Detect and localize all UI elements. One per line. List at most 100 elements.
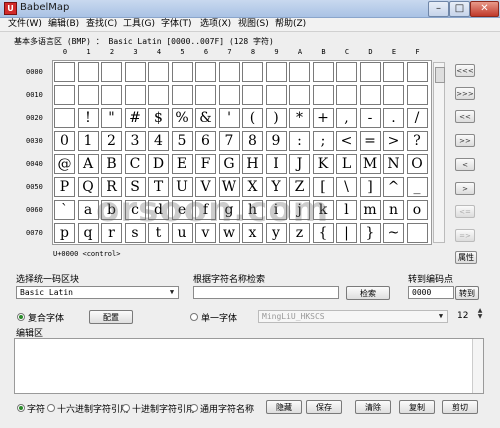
char-cell[interactable]: /	[406, 108, 428, 128]
char-cell[interactable]	[54, 108, 75, 128]
char-cell[interactable]	[218, 85, 240, 105]
char-cell[interactable]	[54, 85, 75, 105]
char-cell[interactable]: G	[218, 154, 240, 174]
char-cell[interactable]: J	[289, 154, 310, 174]
char-cell[interactable]	[289, 85, 310, 105]
font-select[interactable]: MingLiU_HKSCS ▼	[258, 310, 448, 323]
char-cell[interactable]: ~	[383, 223, 404, 243]
output-hex-ref-radio[interactable]	[47, 404, 55, 412]
char-cell[interactable]: ,	[336, 108, 357, 128]
char-cell[interactable]	[383, 62, 404, 82]
char-cell[interactable]	[336, 85, 357, 105]
char-cell[interactable]: D	[148, 154, 169, 174]
char-cell[interactable]	[242, 85, 263, 105]
char-cell[interactable]	[406, 85, 428, 105]
close-button[interactable]: ✕	[470, 1, 499, 17]
maximize-button[interactable]: □	[449, 1, 470, 17]
char-cell[interactable]	[124, 85, 146, 105]
char-cell[interactable]: *	[289, 108, 310, 128]
char-cell[interactable]	[265, 85, 287, 105]
char-cell[interactable]: 0	[54, 131, 75, 151]
char-cell[interactable]: 2	[101, 131, 122, 151]
hide-button[interactable]: 隐藏	[266, 400, 302, 414]
char-cell[interactable]: n	[383, 200, 404, 220]
block-select[interactable]: Basic Latin ▼	[16, 286, 179, 299]
configure-button[interactable]: 配置	[89, 310, 133, 324]
font-size-spinner[interactable]: ▲ ▼	[476, 308, 484, 321]
menu-view[interactable]: 视图(S)	[238, 18, 269, 31]
char-cell[interactable]	[77, 62, 99, 82]
char-cell[interactable]: C	[124, 154, 146, 174]
name-search-input[interactable]	[193, 286, 339, 299]
char-cell[interactable]: o	[406, 200, 428, 220]
char-cell[interactable]: m	[359, 200, 381, 220]
char-cell[interactable]: p	[54, 223, 75, 243]
output-ucn-radio[interactable]	[190, 404, 198, 412]
scrollbar-thumb[interactable]	[435, 67, 445, 83]
cut-button[interactable]: 剪切	[442, 400, 478, 414]
prev-block-button[interactable]: <<	[455, 110, 475, 123]
char-cell[interactable]: ^	[383, 177, 404, 197]
char-cell[interactable]	[265, 62, 287, 82]
menu-tools[interactable]: 工具(G)	[123, 18, 155, 31]
char-cell[interactable]: 5	[171, 131, 193, 151]
char-cell[interactable]: 7	[218, 131, 240, 151]
next-block-button[interactable]: >>	[455, 134, 475, 147]
goto-button[interactable]: 转到	[455, 286, 479, 300]
single-font-radio[interactable]	[190, 313, 198, 321]
char-cell[interactable]	[148, 85, 169, 105]
char-cell[interactable]: @	[54, 154, 75, 174]
clear-button[interactable]: 清除	[355, 400, 391, 414]
char-cell[interactable]	[171, 62, 193, 82]
codepoint-input[interactable]: 0000	[408, 286, 454, 299]
char-cell[interactable]: H	[242, 154, 263, 174]
char-cell[interactable]: +	[312, 108, 334, 128]
char-cell[interactable]: I	[265, 154, 287, 174]
next-char-button[interactable]: >	[455, 182, 475, 195]
char-cell[interactable]: P	[54, 177, 75, 197]
char-cell[interactable]: $	[148, 108, 169, 128]
char-cell[interactable]: |	[336, 223, 357, 243]
char-cell[interactable]: >	[383, 131, 404, 151]
char-cell[interactable]	[359, 85, 381, 105]
char-cell[interactable]: B	[101, 154, 122, 174]
char-cell[interactable]: 3	[124, 131, 146, 151]
menu-file[interactable]: 文件(W)	[8, 18, 42, 31]
char-cell[interactable]: `	[54, 200, 75, 220]
minimize-button[interactable]: –	[428, 1, 449, 17]
char-cell[interactable]: \	[336, 177, 357, 197]
char-cell[interactable]: =	[359, 131, 381, 151]
char-cell[interactable]	[359, 62, 381, 82]
char-cell[interactable]	[101, 85, 122, 105]
menu-help[interactable]: 帮助(Z)	[275, 18, 306, 31]
char-cell[interactable]	[218, 62, 240, 82]
first-block-button[interactable]: <<<	[455, 64, 475, 77]
char-cell[interactable]: A	[77, 154, 99, 174]
forward-button[interactable]: =>	[455, 229, 475, 242]
char-cell[interactable]	[101, 62, 122, 82]
output-dec-ref-radio[interactable]	[122, 404, 130, 412]
composite-font-radio[interactable]	[17, 313, 25, 321]
menu-edit[interactable]: 编辑(B)	[48, 18, 79, 31]
char-cell[interactable]	[312, 62, 334, 82]
char-cell[interactable]: 9	[265, 131, 287, 151]
char-cell[interactable]	[406, 223, 428, 243]
menu-font[interactable]: 字体(T)	[161, 18, 192, 31]
char-cell[interactable]	[289, 62, 310, 82]
char-cell[interactable]: (	[242, 108, 263, 128]
char-cell[interactable]: N	[383, 154, 404, 174]
search-button[interactable]: 检索	[346, 286, 390, 300]
char-cell[interactable]: )	[265, 108, 287, 128]
char-cell[interactable]	[148, 62, 169, 82]
char-cell[interactable]	[195, 62, 216, 82]
char-cell[interactable]: %	[171, 108, 193, 128]
char-cell[interactable]: #	[124, 108, 146, 128]
char-cell[interactable]: 8	[242, 131, 263, 151]
char-cell[interactable]: .	[383, 108, 404, 128]
char-cell[interactable]	[54, 62, 75, 82]
menu-options[interactable]: 选项(X)	[200, 18, 231, 31]
char-cell[interactable]: <	[336, 131, 357, 151]
char-cell[interactable]: K	[312, 154, 334, 174]
char-cell[interactable]	[312, 85, 334, 105]
char-cell[interactable]: 4	[148, 131, 169, 151]
